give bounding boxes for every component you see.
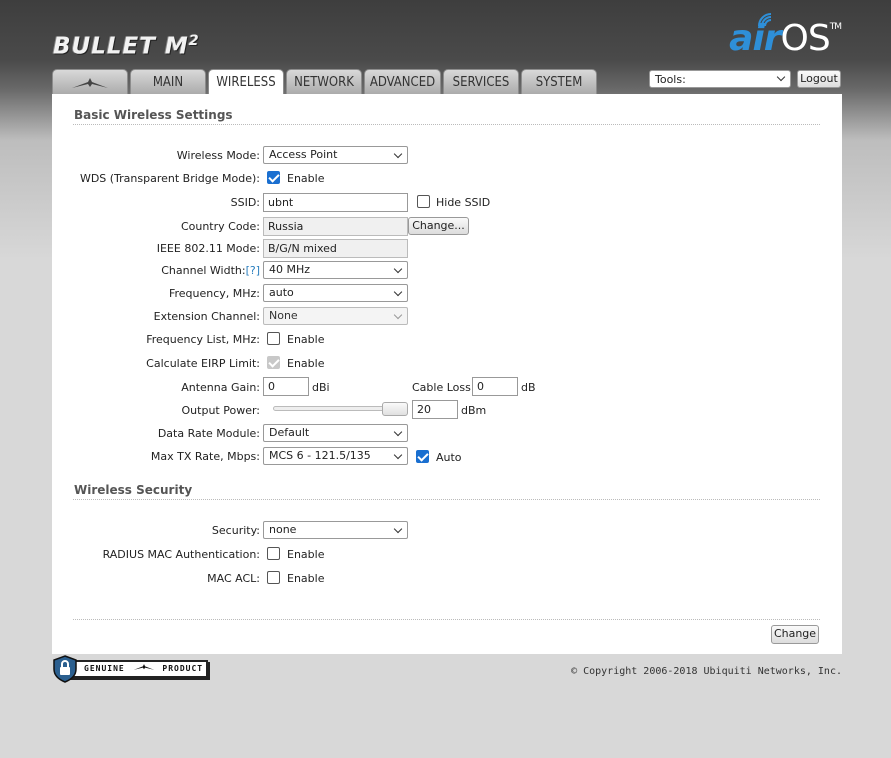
eirp-limit-label: Calculate EIRP Limit: [146,357,260,370]
chevron-down-icon [393,524,403,534]
chevron-down-icon [776,72,786,82]
data-rate-module-value: Default [269,426,310,439]
max-tx-rate-label: Max TX Rate, Mbps: [150,450,260,463]
antenna-gain-label: Antenna Gain: [181,381,260,394]
frequency-label: Frequency, MHz: [168,287,260,300]
data-rate-module-label: Data Rate Module: [157,427,260,440]
frequency-value: auto [269,286,294,299]
security-value: none [269,523,297,536]
ssid-input[interactable]: ubnt [263,193,408,212]
device-model-logo: BULLET M2 [53,33,200,60]
max-tx-auto-label: Auto [436,451,462,464]
wireless-mode-label: Wireless Mode: [176,149,260,162]
chevron-down-icon [393,310,403,320]
channel-width-select[interactable]: 40 MHz [263,261,408,279]
wireless-mode-value: Access Point [269,148,338,161]
max-tx-auto-checkbox[interactable] [416,450,429,463]
tools-select-value: Tools: [655,73,686,86]
tools-select[interactable]: Tools: [649,70,791,88]
security-label: Security: [211,524,260,537]
country-code-field: Russia [263,217,408,236]
security-select[interactable]: none [263,521,408,539]
wds-label: WDS (Transparent Bridge Mode): [79,172,260,185]
tab-network[interactable]: NETWORK [286,69,362,95]
antenna-gain-unit: dBi [312,381,330,394]
radius-mac-auth-checkbox[interactable] [267,547,280,560]
chevron-down-icon [393,149,403,159]
max-tx-rate-value: MCS 6 - 121.5/135 [269,449,371,462]
hide-ssid-label: Hide SSID [436,196,491,209]
ubiquiti-logo-icon [133,664,154,670]
mac-acl-enable-label: Enable [287,572,325,585]
output-power-unit: dBm [461,404,487,417]
wifi-signal-icon [758,13,772,27]
cable-loss-input[interactable]: 0 [472,377,518,396]
eirp-limit-checkbox[interactable] [267,356,280,369]
extension-channel-label: Extension Channel: [153,310,260,323]
tab-advanced[interactable]: ADVANCED [364,69,441,95]
chevron-down-icon [393,427,403,437]
copyright-text: © Copyright 2006-2018 Ubiquiti Networks,… [571,666,842,677]
wireless-mode-select[interactable]: Access Point [263,146,408,164]
output-power-label: Output Power: [181,404,260,417]
airos-logo: airOSTM [729,13,842,59]
output-power-slider-handle[interactable] [382,402,408,416]
genuine-product-badge: GENUINE PRODUCT [52,655,210,685]
max-tx-rate-select[interactable]: MCS 6 - 121.5/135 [263,447,408,465]
ubiquiti-logo-icon [72,78,108,88]
change-button[interactable]: Change [771,625,819,644]
extension-channel-value: None [269,309,298,322]
country-code-label: Country Code: [180,220,260,233]
frequency-list-checkbox[interactable] [267,332,280,345]
country-change-button[interactable]: Change... [408,217,469,235]
radius-mac-auth-label: RADIUS MAC Authentication: [102,548,260,561]
settings-panel: Basic Wireless Settings Wireless Mode: A… [52,94,842,654]
section-divider [73,124,820,125]
lock-shield-icon [53,655,77,683]
section-divider [73,499,820,500]
channel-width-help-link[interactable]: [?] [246,264,260,277]
chevron-down-icon [393,264,403,274]
ieee-mode-label: IEEE 802.11 Mode: [156,242,260,255]
channel-width-value: 40 MHz [269,263,311,276]
logout-button[interactable]: Logout [797,70,841,88]
main-tabs: MAIN WIRELESS NETWORK ADVANCED SERVICES … [52,69,599,96]
tab-wireless[interactable]: WIRELESS [208,69,284,96]
tab-main[interactable]: MAIN [130,69,206,95]
cable-loss-unit: dB [521,381,536,394]
output-power-input[interactable]: 20 [412,400,458,419]
mac-acl-label: MAC ACL: [207,572,260,585]
genuine-product-label: GENUINE PRODUCT [60,660,208,678]
tab-services[interactable]: SERVICES [443,69,519,95]
wds-checkbox[interactable] [267,171,280,184]
tab-system[interactable]: SYSTEM [521,69,597,95]
tab-ubiquiti-logo[interactable] [52,69,128,95]
frequency-select[interactable]: auto [263,284,408,302]
antenna-gain-input[interactable]: 0 [263,377,309,396]
mac-acl-checkbox[interactable] [267,571,280,584]
section-divider [73,619,820,620]
eirp-limit-enable-label: Enable [287,357,325,370]
frequency-list-label: Frequency List, MHz: [146,333,260,346]
basic-wireless-settings-title: Basic Wireless Settings [74,108,233,122]
wireless-security-title: Wireless Security [74,483,193,497]
extension-channel-select[interactable]: None [263,307,408,325]
cable-loss-label: Cable Loss: [412,381,475,394]
chevron-down-icon [393,287,403,297]
ssid-label: SSID: [230,196,260,209]
ieee-mode-field: B/G/N mixed [263,239,408,258]
channel-width-label: Channel Width:[?] [161,264,260,277]
data-rate-module-select[interactable]: Default [263,424,408,442]
frequency-list-enable-label: Enable [287,333,325,346]
hide-ssid-checkbox[interactable] [417,195,430,208]
chevron-down-icon [393,450,403,460]
radius-mac-auth-enable-label: Enable [287,548,325,561]
wds-enable-label: Enable [287,172,325,185]
